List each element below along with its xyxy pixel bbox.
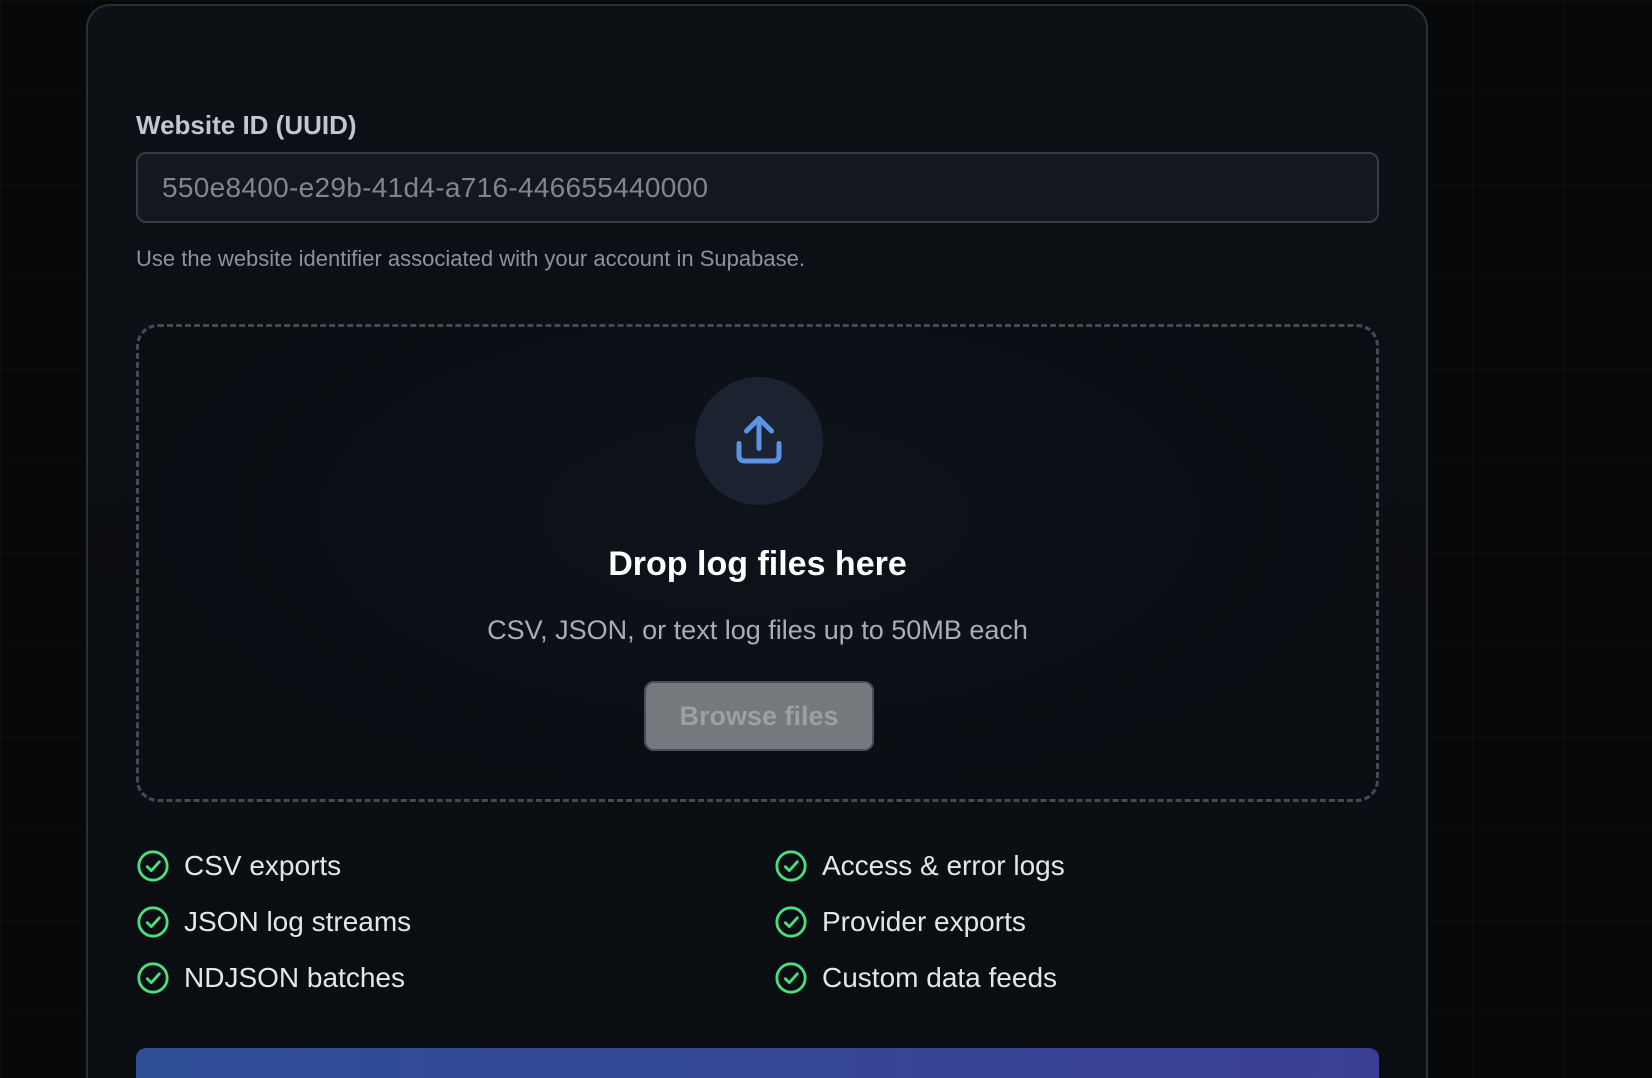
feature-label: CSV exports <box>184 850 342 881</box>
feature-item: Provider exports <box>774 902 1026 942</box>
feature-item: Access & error logs <box>774 846 1065 886</box>
check-circle-icon <box>775 850 807 882</box>
feature-item: JSON log streams <box>136 902 411 942</box>
dropzone-title: Drop log files here <box>608 545 907 583</box>
website-id-label: Website ID (UUID) <box>136 110 357 140</box>
feature-item: NDJSON batches <box>136 958 405 998</box>
feature-label: NDJSON batches <box>184 962 405 993</box>
feature-item: CSV exports <box>136 846 341 886</box>
check-circle-icon <box>775 906 807 938</box>
dropzone-subtitle: CSV, JSON, or text log files up to 50MB … <box>487 615 1028 645</box>
upload-icon-circle <box>695 377 823 505</box>
check-circle-icon <box>137 962 169 994</box>
feature-item: Custom data feeds <box>774 958 1057 998</box>
upload-submit-button[interactable] <box>136 1048 1379 1078</box>
feature-label: Provider exports <box>822 906 1026 937</box>
browse-files-button[interactable]: Browse files <box>644 681 874 751</box>
website-id-helper-text: Use the website identifier associated wi… <box>136 246 805 271</box>
file-dropzone[interactable]: Drop log files here CSV, JSON, or text l… <box>136 324 1379 802</box>
check-circle-icon <box>137 906 169 938</box>
upload-icon <box>736 416 782 464</box>
upload-card: Website ID (UUID) Use the website identi… <box>86 4 1428 1078</box>
check-circle-icon <box>137 850 169 882</box>
feature-label: Custom data feeds <box>822 962 1058 993</box>
feature-label: JSON log streams <box>184 906 412 937</box>
website-id-input[interactable] <box>136 152 1379 223</box>
feature-label: Access & error logs <box>822 850 1065 881</box>
check-circle-icon <box>775 962 807 994</box>
